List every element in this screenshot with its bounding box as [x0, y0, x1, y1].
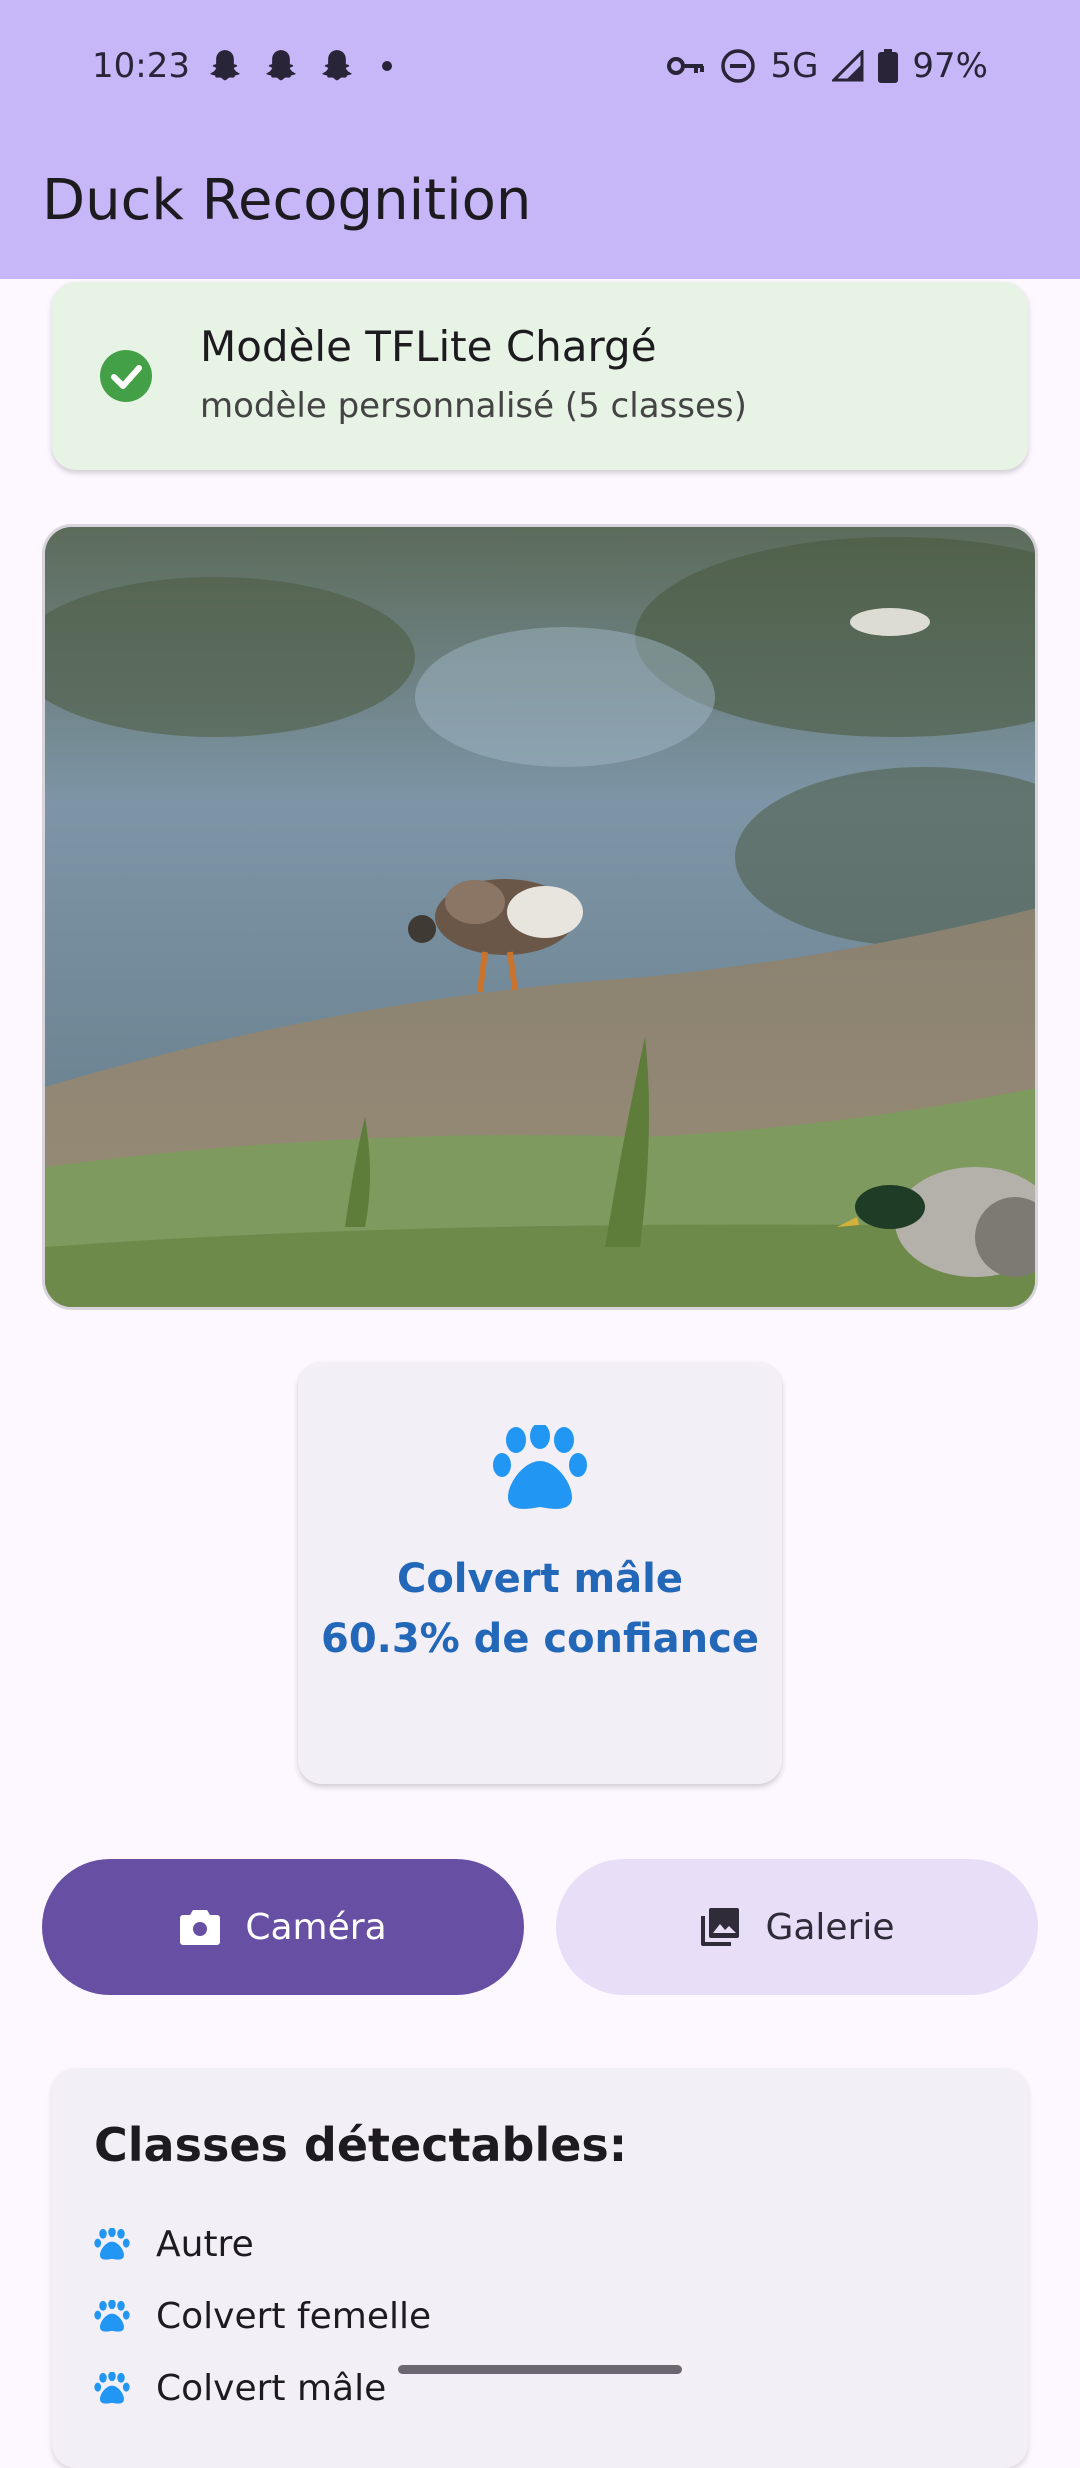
classes-title: Classes détectables: — [94, 2118, 628, 2172]
do-not-disturb-icon — [721, 49, 756, 83]
snapchat-icon — [266, 50, 296, 81]
battery-level: 97% — [912, 46, 988, 86]
check-circle-icon — [100, 350, 152, 402]
model-status-card — [52, 282, 1028, 470]
camera-button-label: Caméra — [245, 1906, 387, 1948]
paw-icon — [94, 2227, 130, 2260]
list-item: Colvert mâle — [94, 2368, 386, 2409]
camera-button[interactable]: Caméra — [42, 1859, 524, 1995]
prediction-label: Colvert mâle — [396, 1556, 684, 1602]
class-label: Autre — [156, 2224, 254, 2265]
network-type: 5G — [770, 46, 819, 86]
photo-library-icon — [701, 1908, 740, 1946]
page-title: Duck Recognition — [42, 168, 532, 233]
duck-photo — [45, 527, 1035, 1307]
paw-icon — [94, 2371, 130, 2404]
model-status-title: Modèle TFLite Chargé — [200, 322, 657, 371]
gallery-button-label: Galerie — [765, 1906, 895, 1948]
class-label: Colvert femelle — [156, 2296, 432, 2337]
notification-icons — [206, 46, 392, 86]
signal-icon — [832, 50, 864, 82]
list-item: Autre — [94, 2224, 254, 2265]
list-item: Colvert femelle — [94, 2296, 431, 2337]
home-indicator[interactable] — [398, 2365, 682, 2374]
gallery-button[interactable]: Galerie — [556, 1859, 1038, 1995]
vpn-key-icon — [667, 57, 705, 75]
selected-image — [42, 524, 1038, 1310]
paw-icon — [493, 1425, 587, 1509]
battery-icon — [878, 49, 899, 83]
system-icons: 5G 97% — [666, 46, 988, 86]
status-bar: 10:23 5G 97% — [0, 38, 1080, 98]
snapchat-icon — [322, 50, 352, 81]
class-label: Colvert mâle — [156, 2368, 387, 2409]
prediction-confidence: 60.3% de confiance — [320, 1616, 759, 1662]
camera-icon — [180, 1910, 221, 1945]
status-time: 10:23 — [92, 46, 190, 86]
notification-dot — [382, 61, 392, 71]
paw-icon — [94, 2299, 130, 2332]
model-status-subtitle: modèle personnalisé (5 classes) — [200, 386, 747, 426]
snapchat-icon — [210, 50, 240, 81]
